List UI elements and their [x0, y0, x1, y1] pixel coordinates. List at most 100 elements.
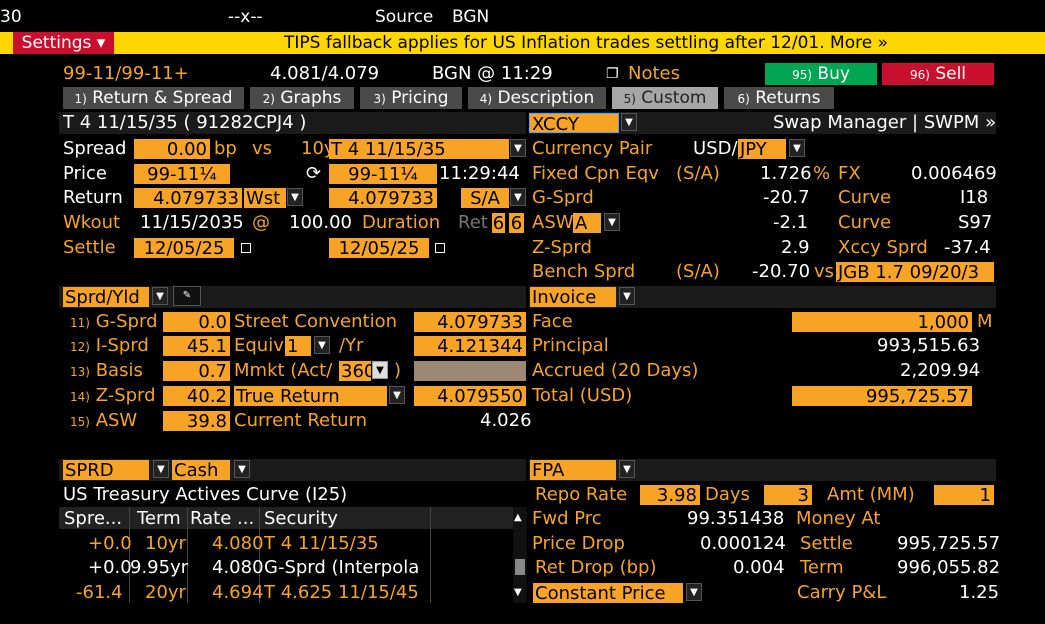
repo-rate-input[interactable]: 3.98	[640, 485, 700, 506]
return-type-dropdown-icon[interactable]: ▼	[287, 188, 303, 206]
spread-row-5[interactable]: 15) ASW	[70, 409, 137, 434]
currency-pair-label: Currency Pair	[532, 138, 653, 159]
return-type-select[interactable]: Wst	[244, 188, 286, 209]
tab-description[interactable]: 4) Description	[468, 87, 606, 109]
tab-return-spread[interactable]: 1) Return & Spread	[63, 87, 244, 109]
mmkt-days-select[interactable]: 360	[339, 361, 375, 382]
sprd-yld-dropdown-icon[interactable]: ▼	[152, 287, 168, 305]
frequency-dropdown-icon[interactable]: ▼	[510, 188, 526, 206]
curve-row-3-security[interactable]: T 4.625 11/15/45	[264, 581, 419, 605]
fpa-select[interactable]: FPA	[530, 460, 616, 481]
swap-manager-link[interactable]: Swap Manager | SWPM »	[773, 111, 996, 135]
true-return-dropdown-icon[interactable]: ▼	[389, 386, 405, 404]
curve-row-1-security[interactable]: T 4 11/15/35	[264, 532, 379, 556]
amt-input[interactable]: 1	[934, 485, 994, 506]
invoice-dropdown-icon[interactable]: ▼	[619, 287, 635, 305]
spread-row-2[interactable]: 12) I-Sprd	[70, 334, 149, 359]
col-security[interactable]: Security	[264, 507, 338, 531]
col-term[interactable]: Term	[137, 507, 181, 531]
ret-b-input[interactable]: 6	[509, 213, 524, 234]
tab-pricing[interactable]: 3) Pricing	[360, 87, 462, 109]
curve-row-2-security[interactable]: G-Sprd (Interpola	[264, 556, 429, 580]
tab-graphs[interactable]: 2) Graphs	[250, 87, 354, 109]
constant-price-dropdown-icon[interactable]: ▼	[686, 583, 702, 601]
bench-price-input[interactable]: 99-11¼	[329, 164, 437, 185]
bench-return-input[interactable]: 4.079733	[329, 188, 437, 209]
scroll-up-icon[interactable]: ▲	[514, 506, 522, 530]
settle-calendar-icon[interactable]	[238, 236, 251, 260]
tips-banner-text[interactable]: TIPS fallback applies for US Inflation t…	[284, 31, 888, 55]
fpa-dropdown-icon[interactable]: ▼	[619, 460, 635, 478]
spread-label: Spread	[63, 138, 127, 159]
spread-input[interactable]: 0.00	[134, 139, 210, 160]
mmkt-dropdown-icon[interactable]: ▼	[372, 361, 388, 379]
curve-row-1-spread[interactable]: +0.0	[88, 532, 132, 556]
duration-label[interactable]: Duration	[362, 211, 440, 235]
term-value: 996,055.82	[897, 557, 1001, 578]
street-convention-label: Street Convention	[234, 311, 398, 332]
tab-returns[interactable]: 6) Returns	[724, 87, 834, 109]
curve1-value: I18	[960, 187, 989, 208]
curve-row-2-rate[interactable]: 4.080	[212, 556, 264, 580]
bench-settle-calendar-icon[interactable]	[432, 236, 445, 260]
col-spread[interactable]: Spre...	[64, 507, 122, 531]
buy-button[interactable]: 95) Buy	[765, 63, 877, 85]
frequency-select[interactable]: S/A	[461, 188, 509, 209]
price-input[interactable]: 99-11¼	[134, 164, 230, 185]
curve-row-3-spread[interactable]: -61.4	[76, 581, 123, 605]
scroll-down-icon[interactable]: ▼	[514, 581, 522, 605]
xccy-dropdown-icon[interactable]: ▼	[621, 113, 637, 131]
benchmark-security-input[interactable]: T 4 11/15/35	[329, 139, 509, 160]
sprd-select[interactable]: SPRD	[63, 460, 149, 481]
price-drop-value: 0.000124	[700, 533, 786, 554]
cash-dropdown-icon[interactable]: ▼	[234, 460, 250, 478]
currency-pair-dropdown-icon[interactable]: ▼	[789, 139, 805, 157]
scroll-thumb[interactable]	[515, 559, 525, 575]
notes-button[interactable]: Notes	[628, 62, 680, 86]
xccy-select[interactable]: XCCY	[529, 113, 619, 135]
invoice-select[interactable]: Invoice	[530, 287, 616, 308]
spread-row-3[interactable]: 13) Basis	[70, 359, 143, 384]
refresh-icon[interactable]: ⟳	[306, 162, 321, 186]
equiv-dropdown-icon[interactable]: ▼	[314, 336, 330, 354]
price-time: 11:29:44	[439, 163, 520, 184]
sprd-yld-select[interactable]: Sprd/Yld	[63, 287, 149, 308]
curve2-value: S97	[958, 212, 993, 233]
sell-button[interactable]: 96) Sell	[882, 63, 994, 85]
true-return-select[interactable]: True Return	[234, 386, 387, 407]
workout-price: 100.00	[289, 212, 352, 233]
spread-row-4[interactable]: 14) Z-Sprd	[70, 384, 156, 409]
days-input[interactable]: 3	[764, 485, 812, 506]
buy-label: Buy	[817, 64, 850, 84]
asw-type-dropdown-icon[interactable]: ▼	[604, 213, 620, 231]
sell-num: 96)	[909, 68, 930, 82]
equiv-select[interactable]: 1	[285, 336, 311, 357]
asw-type-select[interactable]: A	[573, 213, 601, 234]
col-rate[interactable]: Rate ...	[190, 507, 254, 531]
cash-select[interactable]: Cash	[172, 460, 230, 481]
curve-row-2-spread[interactable]: +0.0	[88, 556, 132, 580]
total-value: 995,725.57	[792, 386, 972, 407]
edit-pencil-icon[interactable]: ✎	[173, 286, 201, 306]
constant-price-select[interactable]: Constant Price	[533, 583, 683, 604]
benchmark-dropdown-icon[interactable]: ▼	[510, 139, 526, 157]
face-input[interactable]: 1,000	[792, 312, 972, 333]
ret-a-input[interactable]: 6	[492, 213, 505, 234]
curve-row-1-rate[interactable]: 4.080	[212, 532, 264, 556]
settings-button[interactable]: Settings ▾	[13, 32, 114, 54]
tab-custom[interactable]: 5) Custom	[612, 87, 718, 109]
notes-icon[interactable]: ❐	[606, 62, 619, 86]
sprd-dropdown-icon[interactable]: ▼	[153, 460, 169, 478]
currency-pair-quote[interactable]: JPY	[738, 139, 786, 160]
bench-settle-input[interactable]: 12/05/25	[329, 238, 429, 259]
spread-row-1[interactable]: 11) G-Sprd	[70, 310, 158, 335]
curve-row-2-term[interactable]: 9.95yr	[130, 556, 188, 580]
settle-date-input[interactable]: 12/05/25	[134, 238, 234, 259]
curve-row-3-term[interactable]: 20yr	[145, 581, 186, 605]
curve-row-3-rate[interactable]: 4.694	[212, 581, 264, 605]
curve-row-1-term[interactable]: 10yr	[145, 532, 186, 556]
return-input[interactable]: 4.079733	[134, 188, 242, 209]
bench-bond-input[interactable]: JGB 1.7 09/20/3	[836, 262, 994, 282]
fwd-prc-value: 99.351438	[687, 508, 785, 529]
fixed-cpn-label: Fixed Cpn Eqv	[532, 163, 659, 184]
